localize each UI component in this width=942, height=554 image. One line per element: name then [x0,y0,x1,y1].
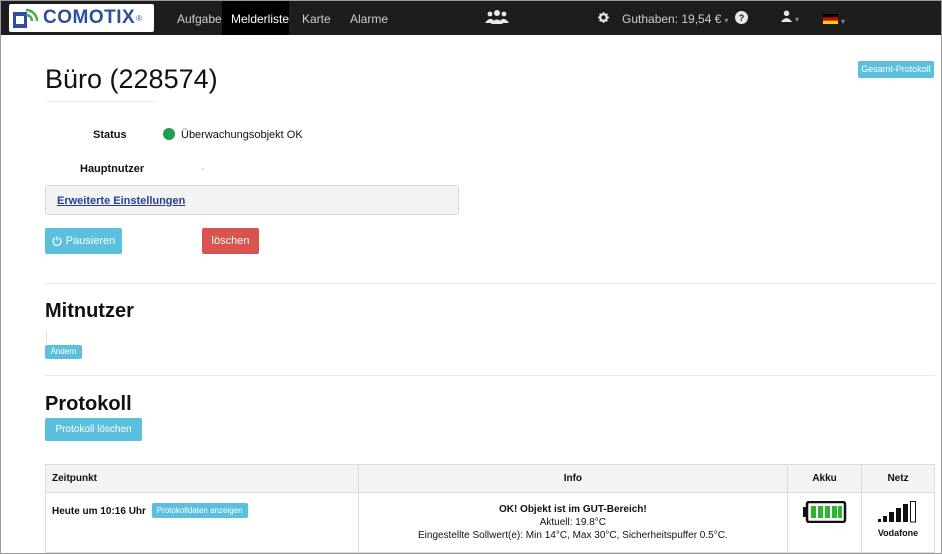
full-log-button[interactable]: Gesamt-Protokoll [858,61,934,78]
chevron-down-icon: ▾ [841,17,846,26]
gear-icon[interactable] [598,12,609,23]
log-table: Zeitpunkt Info Akku Netz Heute um 10:16 … [45,464,935,553]
network-provider: Vodafone [877,528,919,538]
user-menu[interactable]: ▾ [781,1,799,35]
users-icon[interactable] [485,9,509,25]
brand-name: COMOTIX [43,7,136,28]
comotix-logo-icon [13,8,38,28]
brand-logo[interactable]: COMOTIX ® [9,4,154,32]
log-table-header: Zeitpunkt Info Akku Netz [45,464,935,493]
nav-item-melderliste[interactable]: Melderliste [222,1,289,35]
section-divider [45,283,935,284]
main-user-label: Hauptnutzer [80,163,145,175]
divider [46,101,156,102]
log-info-setpoints: Eingestellte Sollwert(e): Min 14°C, Max … [417,530,728,541]
show-log-data-button[interactable]: Protokolldaten anzeigen [151,503,248,518]
page-title: Büro (228574) [45,64,218,94]
advanced-settings-link[interactable]: Erweiterte Einstellungen [57,195,185,207]
log-info-current: Aktuell: 19.8°C [539,517,606,528]
chevron-down-icon: ▾ [795,15,800,24]
network-cell: Vodafone [861,492,935,553]
svg-text:?: ? [739,13,745,23]
battery-full-icon [802,500,846,524]
co-users-heading: Mitnutzer [45,300,134,322]
status-ok-indicator [163,128,175,140]
divider [46,332,47,342]
log-info-title: OK! Objekt ist im GUT-Bereich! [498,504,647,515]
log-info-cell: OK! Objekt ist im GUT-Bereich! Aktuell: … [357,492,789,553]
balance-dropdown[interactable]: Guthaben: 19,54 € ▾ [622,1,728,35]
main-user-value: - [201,163,205,175]
top-navbar: COMOTIX ® Aufgaben Melderliste Karte Ala… [1,1,941,35]
status-label: Status [93,129,127,141]
german-flag-icon [823,14,838,24]
question-circle-icon[interactable]: ? [735,11,748,24]
status-value: Überwachungsobjekt OK [181,129,303,141]
section-divider [45,375,935,376]
change-co-users-button[interactable]: Ändern [45,345,82,359]
delete-button[interactable]: löschen [202,228,259,254]
pause-button-label: Pausieren [65,235,116,247]
battery-cell [787,492,863,553]
nav-item-aufgaben[interactable]: Aufgaben [177,1,228,35]
column-header-time: Zeitpunkt [45,464,359,493]
advanced-settings-panel: Erweiterte Einstellungen [45,185,459,215]
column-header-battery: Akku [787,464,863,493]
signal-strength-icon [878,501,917,523]
column-header-info: Info [357,464,789,493]
nav-item-alarme[interactable]: Alarme [350,1,388,35]
balance-label: Guthaben: 19,54 € [622,12,722,26]
user-icon [781,10,792,22]
table-row: Heute um 10:16 Uhr Protokolldaten anzeig… [45,492,935,553]
log-heading: Protokoll [45,393,132,415]
pause-button[interactable]: Pausieren [45,228,122,254]
power-icon [52,236,62,246]
brand-registered-mark: ® [136,13,143,23]
log-time: Heute um 10:16 Uhr [52,506,146,517]
language-menu[interactable]: ▾ [823,1,845,35]
log-time-cell: Heute um 10:16 Uhr Protokolldaten anzeig… [45,492,359,553]
chevron-down-icon: ▾ [724,16,729,25]
nav-item-karte[interactable]: Karte [302,1,331,35]
column-header-network: Netz [861,464,935,493]
clear-log-button[interactable]: Protokoll löschen [45,418,142,441]
